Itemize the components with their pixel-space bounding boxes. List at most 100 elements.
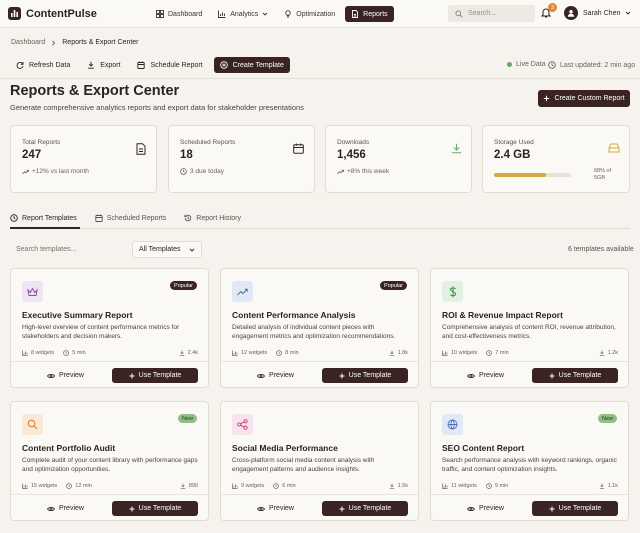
stat-label: Total Reports [22,139,61,146]
preview-button[interactable]: Preview [22,501,109,516]
eye-icon [47,373,56,379]
export-button[interactable]: Export [81,57,126,73]
tab-report-history[interactable]: Report History [184,210,241,226]
templates-available: 6 templates available [568,246,634,253]
breadcrumb-current: Reports & Export Center [62,39,139,46]
widgets-count: 8 widgets [31,350,55,356]
create-custom-label: Create Custom Report [554,95,625,102]
eye-icon [257,506,266,512]
refresh-button[interactable]: Refresh Data [10,57,76,73]
nav-reports-label: Reports [363,10,388,18]
preview-button[interactable]: Preview [232,368,319,383]
search-input[interactable]: Search... [448,5,535,22]
use-template-button[interactable]: Use Template [322,368,408,383]
preview-button[interactable]: Preview [442,501,529,516]
stat-label: Downloads [337,139,370,146]
preview-label: Preview [269,505,294,512]
use-template-button[interactable]: Use Template [322,501,408,516]
preview-label: Preview [269,372,294,379]
use-template-button[interactable]: Use Template [532,368,618,383]
stat-value: 2.4 GB [494,149,531,161]
crown-icon [22,281,43,302]
preview-label: Preview [479,505,504,512]
breadcrumb-dashboard[interactable]: Dashboard [11,39,45,46]
create-custom-report-button[interactable]: Create Custom Report [538,90,630,107]
card-title: SEO Content Report [442,443,525,453]
download-count: 890 [188,483,198,489]
nav-dashboard-label: Dashboard [168,10,203,18]
card-divider [221,361,418,362]
card-description: Comprehensive analysis of content ROI, r… [442,324,616,340]
widgets-count: 15 widgets [31,483,58,489]
user-menu[interactable]: Sarah Chen [564,6,631,20]
card-divider [11,361,208,362]
tab-report-templates[interactable]: Report Templates [10,210,77,226]
stat-note-text: +8% this week [347,168,390,175]
preview-button[interactable]: Preview [22,368,109,383]
template-card: New SEO Content Report Search performanc… [430,401,629,521]
plus-icon [543,95,550,102]
card-divider [11,494,208,495]
share-icon [232,414,253,435]
time-estimate: 9 min [494,483,509,489]
download-icon [389,483,395,489]
widgets-icon [232,483,238,489]
stat-note-text: +12% vs last month [32,168,89,175]
search-icon [455,9,463,18]
use-template-button[interactable]: Use Template [112,368,198,383]
eye-icon [467,506,476,512]
stat-value: 247 [22,149,42,161]
card-meta: 8 widgets 5 min 2.4k [22,350,198,356]
refresh-label: Refresh Data [29,61,71,69]
download-count: 1.8k [397,350,408,356]
use-template-button[interactable]: Use Template [532,501,618,516]
use-template-button[interactable]: Use Template [112,501,198,516]
nav-dashboard[interactable]: Dashboard [150,6,208,22]
plus-icon [339,373,345,379]
tab-scheduled-reports[interactable]: Scheduled Reports [95,210,166,226]
status-badge: Popular [170,281,197,290]
template-search-input[interactable]: Search templates... [10,241,120,258]
storage-note: 68% of 5GB [594,168,612,181]
calendar-icon [137,61,146,69]
template-card: New Content Portfolio Audit Complete aud… [10,401,209,521]
lightbulb-icon [284,10,292,18]
user-name: Sarah Chen [583,9,621,17]
stat-note: +8% this week [337,168,389,175]
create-template-button[interactable]: Create Template [213,57,290,73]
plus-icon [549,373,555,379]
search-placeholder: Search... [468,10,497,17]
plus-icon [129,373,135,379]
nav-analytics[interactable]: Analytics [212,6,274,22]
logo-icon [8,7,21,20]
toolbar-divider [0,78,640,79]
nav-reports[interactable]: Reports [345,6,394,22]
notification-count-badge: 3 [548,3,557,12]
preview-button[interactable]: Preview [442,368,529,383]
schedule-report-button[interactable]: Schedule Report [131,57,208,73]
preview-button[interactable]: Preview [232,501,319,516]
chevron-right-icon [51,40,56,46]
card-meta: 11 widgets 9 min 1.1k [442,483,618,489]
template-card: Popular Executive Summary Report High-le… [10,268,209,388]
storage-progress-bar [494,173,571,177]
live-dot [507,62,512,67]
stat-label: Scheduled Reports [180,139,236,146]
card-title: Content Portfolio Audit [22,443,116,453]
tab-label: Report Templates [22,214,77,222]
stat-value: 1,456 [337,149,366,161]
download-icon [180,483,186,489]
card-title: Content Performance Analysis [232,310,356,320]
card-divider [431,361,628,362]
last-updated-label: Last updated: 2 min ago [560,61,636,69]
nav-optimization[interactable]: Optimization [278,6,341,22]
preview-label: Preview [59,505,84,512]
storage-icon [608,143,620,153]
calendar-icon [95,214,103,222]
brand[interactable]: ContentPulse [8,7,97,20]
nav-optimization-label: Optimization [296,10,336,18]
clock-icon [486,350,493,356]
card-meta: 9 widgets 6 min 1.5k [232,483,408,489]
refresh-icon [16,61,24,69]
template-filter-select[interactable]: All Templates [132,241,202,258]
